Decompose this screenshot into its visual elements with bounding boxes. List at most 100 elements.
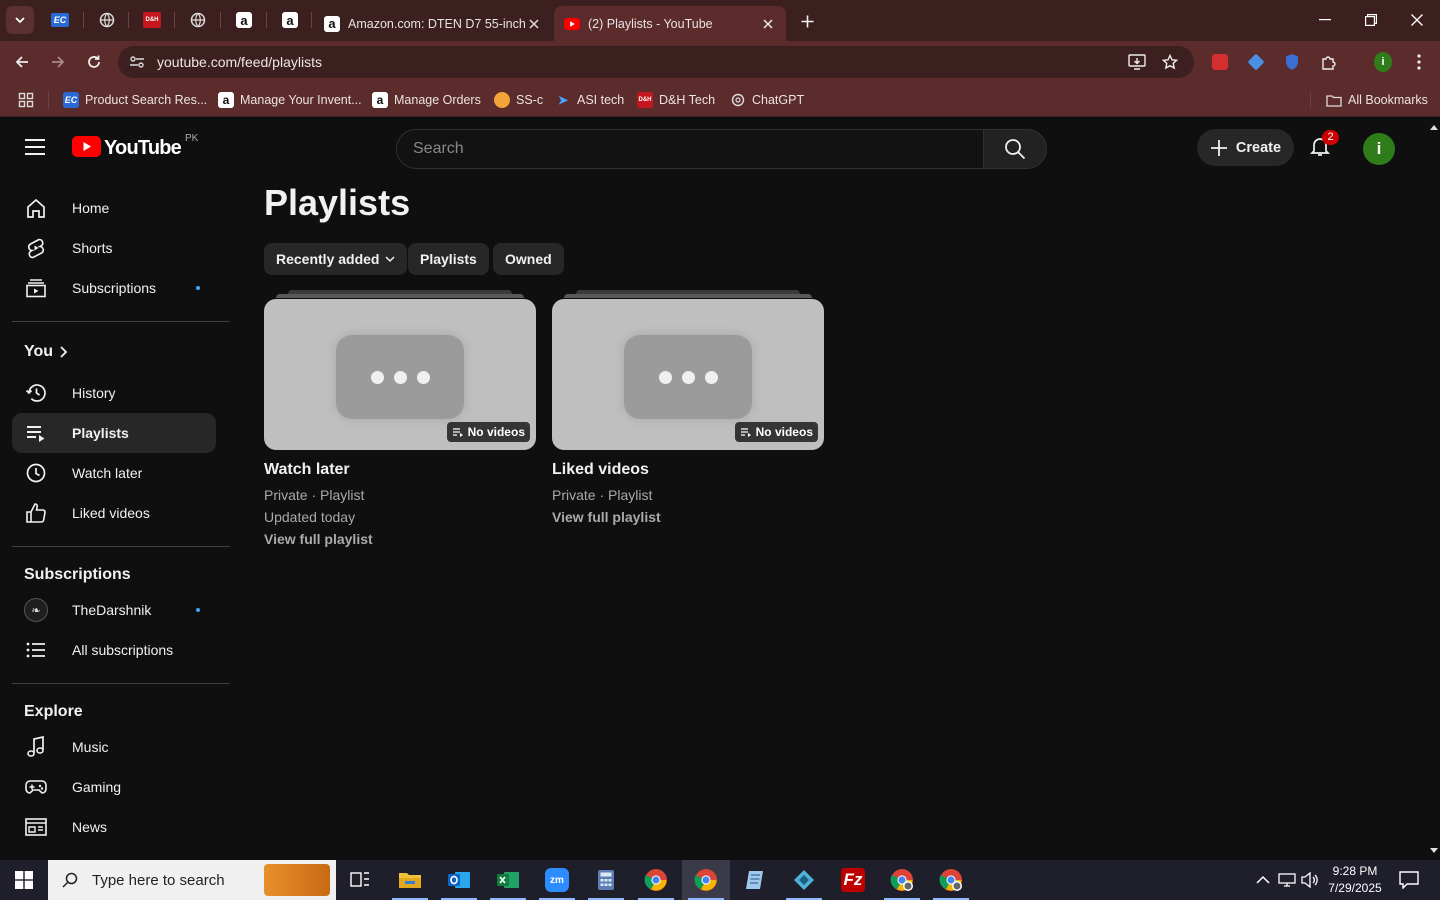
- reload-button[interactable]: [81, 49, 107, 75]
- task-view-icon: [350, 872, 369, 887]
- extensions-puzzle-icon[interactable]: [1320, 53, 1338, 71]
- tray-network[interactable]: [1278, 871, 1296, 889]
- filter-chip-playlists[interactable]: Playlists: [408, 243, 489, 275]
- search-icon: [1005, 139, 1026, 160]
- sidebar-item-music[interactable]: Music: [12, 727, 216, 767]
- extension-red-icon[interactable]: [1211, 53, 1229, 71]
- taskbar-notepad[interactable]: [731, 860, 779, 900]
- taskbar-filezilla[interactable]: Fz: [829, 860, 877, 900]
- action-center-button[interactable]: [1394, 860, 1424, 900]
- forward-button[interactable]: [45, 49, 71, 75]
- tab-amazon-dten[interactable]: a Amazon.com: DTEN D7 55-inch: [314, 6, 552, 41]
- restore-button[interactable]: [1348, 0, 1394, 40]
- pinned-tab-amazon[interactable]: a: [233, 9, 255, 31]
- site-info-icon[interactable]: [128, 53, 146, 71]
- taskbar-chrome-active[interactable]: [682, 860, 730, 900]
- sidebar-item-liked-videos[interactable]: Liked videos: [12, 493, 216, 533]
- taskbar-search-box[interactable]: Type here to search: [48, 860, 336, 900]
- all-bookmarks-button[interactable]: All Bookmarks: [1326, 92, 1428, 108]
- bookmark-manage-inventory[interactable]: a Manage Your Invent...: [218, 92, 362, 108]
- bookmark-chatgpt[interactable]: ChatGPT: [730, 92, 804, 108]
- address-bar[interactable]: youtube.com/feed/playlists: [118, 46, 1194, 78]
- sort-dropdown-chip[interactable]: Recently added: [264, 243, 408, 275]
- bookmark-product-search[interactable]: EC Product Search Res...: [63, 92, 207, 108]
- pinned-tab-dh[interactable]: D&H: [141, 9, 163, 31]
- taskbar-chrome[interactable]: [632, 860, 680, 900]
- tab-youtube-playlists[interactable]: (2) Playlists - YouTube: [554, 6, 786, 41]
- sidebar-item-news[interactable]: News: [12, 807, 216, 847]
- taskbar-app[interactable]: [780, 860, 828, 900]
- playlist-title[interactable]: Watch later: [264, 461, 350, 479]
- close-tab-icon[interactable]: [526, 16, 542, 32]
- playlist-thumbnail[interactable]: No videos: [264, 299, 536, 450]
- browser-toolbar: youtube.com/feed/playlists i: [0, 41, 1440, 83]
- pinned-tab-amazon-2[interactable]: a: [279, 9, 301, 31]
- taskbar-calculator[interactable]: [582, 860, 630, 900]
- scroll-down-arrow-icon: [1430, 848, 1438, 853]
- sidebar-item-history[interactable]: History: [12, 373, 216, 413]
- playlist-thumbnail[interactable]: No videos: [552, 299, 824, 450]
- taskbar-outlook[interactable]: [435, 860, 483, 900]
- sidebar-item-label: Gaming: [72, 779, 122, 795]
- sidebar-you-header[interactable]: You: [24, 343, 69, 361]
- bookmark-asi-tech[interactable]: ➤ ASI tech: [555, 92, 624, 108]
- install-app-icon[interactable]: [1128, 53, 1146, 71]
- apps-grid-button[interactable]: [18, 92, 34, 108]
- country-code: PK: [184, 133, 199, 144]
- tray-volume[interactable]: [1301, 871, 1319, 889]
- bookmark-dh-tech[interactable]: D&H D&H Tech: [637, 92, 715, 108]
- pinned-tab-ec[interactable]: EC: [49, 9, 71, 31]
- tab-separator: [266, 12, 267, 28]
- home-icon: [24, 196, 48, 220]
- view-full-playlist-link[interactable]: View full playlist: [264, 531, 373, 547]
- extension-shield-icon[interactable]: [1283, 53, 1301, 71]
- sidebar-item-subscriptions[interactable]: Subscriptions: [12, 268, 216, 308]
- start-button[interactable]: [0, 860, 48, 900]
- sidebar-item-shorts[interactable]: Shorts: [12, 228, 216, 268]
- pinned-tab-globe[interactable]: [96, 9, 118, 31]
- bookmark-manage-orders[interactable]: a Manage Orders: [372, 92, 481, 108]
- notifications-button[interactable]: 2: [1308, 130, 1339, 162]
- playlist-title[interactable]: Liked videos: [552, 461, 649, 479]
- taskbar-chrome-profile-2[interactable]: [927, 860, 975, 900]
- minimize-button[interactable]: [1302, 0, 1348, 40]
- dh-icon: D&H: [143, 12, 161, 28]
- create-button[interactable]: Create: [1197, 129, 1294, 166]
- bookmarks-separator: [1310, 92, 1311, 108]
- taskbar-chrome-profile[interactable]: [878, 860, 926, 900]
- task-view-button[interactable]: [336, 860, 384, 900]
- bookmark-ss-c[interactable]: SS-c: [494, 92, 543, 108]
- search-button[interactable]: [983, 129, 1047, 169]
- sidebar-item-playlists[interactable]: Playlists: [12, 413, 216, 453]
- close-window-button[interactable]: [1394, 0, 1440, 40]
- pinned-tab-globe-2[interactable]: [187, 9, 209, 31]
- sidebar-item-home[interactable]: Home: [12, 188, 216, 228]
- new-tab-button[interactable]: [796, 10, 818, 32]
- account-avatar[interactable]: i: [1363, 133, 1395, 165]
- excel-icon: [497, 872, 519, 888]
- tab-separator: [220, 12, 221, 28]
- close-tab-icon[interactable]: [760, 16, 776, 32]
- search-input[interactable]: [413, 130, 953, 168]
- page-scrollbar[interactable]: [1428, 118, 1440, 860]
- profile-avatar-icon[interactable]: i: [1374, 52, 1392, 72]
- browser-tab-bar: EC D&H a a a Amazon.com: DTEN D7 55-inch…: [0, 0, 1440, 41]
- sidebar-item-all-subscriptions[interactable]: All subscriptions: [12, 630, 216, 670]
- sidebar-item-gaming[interactable]: Gaming: [12, 767, 216, 807]
- back-button[interactable]: [9, 49, 35, 75]
- taskbar-zoom[interactable]: zm: [533, 860, 581, 900]
- tab-search-button[interactable]: [6, 6, 34, 34]
- filter-chip-owned[interactable]: Owned: [493, 243, 564, 275]
- tray-overflow-button[interactable]: [1254, 871, 1272, 889]
- sidebar-item-channel-thedarshnik[interactable]: ❧ TheDarshnik: [12, 590, 216, 630]
- view-full-playlist-link[interactable]: View full playlist: [552, 509, 661, 525]
- browser-menu-icon[interactable]: [1410, 53, 1428, 71]
- system-clock[interactable]: 9:28 PM 7/29/2025: [1322, 863, 1388, 897]
- sidebar-item-watch-later[interactable]: Watch later: [12, 453, 216, 493]
- taskbar-file-explorer[interactable]: [386, 860, 434, 900]
- youtube-logo[interactable]: YouTube PK: [72, 133, 199, 160]
- guide-menu-button[interactable]: [24, 138, 46, 156]
- bookmark-star-icon[interactable]: [1161, 53, 1179, 71]
- extension-puzzle-blue-icon[interactable]: [1247, 53, 1265, 71]
- taskbar-excel[interactable]: [484, 860, 532, 900]
